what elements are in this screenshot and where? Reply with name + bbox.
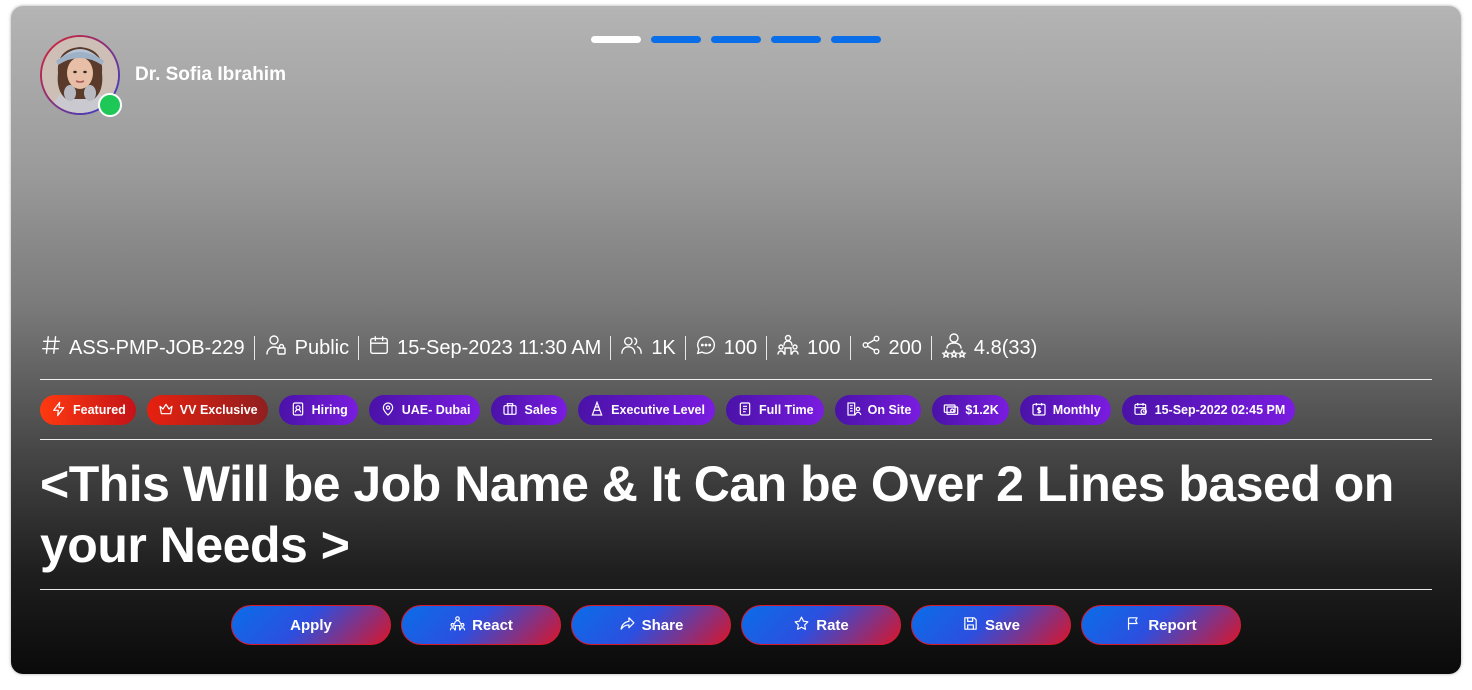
divider-middle (40, 439, 1432, 440)
meta-shares: 200 (851, 334, 931, 362)
meta-divider (849, 336, 851, 360)
tag-deadline[interactable]: 15-Sep-2022 02:45 PM (1121, 395, 1296, 425)
job-meta-row: ASS-PMP-JOB-229 Public 15-Sep-2023 11:30… (40, 331, 1046, 365)
react-button[interactable]: React (401, 605, 561, 645)
star-icon (793, 615, 810, 636)
tag-vv-exclusive[interactable]: VV Exclusive (146, 395, 268, 425)
avatar[interactable] (40, 35, 122, 117)
divider-bottom (40, 589, 1432, 590)
save-disk-icon (962, 615, 979, 636)
divider-top (40, 379, 1432, 380)
meta-divider (253, 336, 255, 360)
story-progress-segment[interactable] (711, 36, 761, 43)
meta-posted-date: 15-Sep-2023 11:30 AM (359, 334, 610, 362)
document-icon (737, 401, 753, 420)
tag-hiring[interactable]: Hiring (278, 395, 358, 425)
comment-icon (695, 334, 717, 362)
story-progress-segment[interactable] (771, 36, 821, 43)
reactions-icon (449, 615, 466, 636)
tag-workplace[interactable]: On Site (834, 395, 922, 425)
meta-divider (684, 336, 686, 360)
level-icon (589, 400, 605, 420)
meta-views: 1K (611, 334, 684, 362)
building-person-icon (846, 401, 862, 420)
reactions-icon (776, 333, 800, 363)
meta-divider (766, 336, 768, 360)
calendar-clock-icon (1133, 401, 1149, 420)
meta-divider (610, 336, 612, 360)
tag-level[interactable]: Executive Level (578, 395, 715, 425)
action-bar: Apply React Share Rate Save Report (231, 605, 1241, 645)
share-button[interactable]: Share (571, 605, 731, 645)
share-nodes-icon (860, 334, 882, 362)
job-title[interactable]: <This Will be Job Name & It Can be Over … (40, 454, 1432, 576)
user-name[interactable]: Dr. Sofia Ibrahim (135, 64, 286, 86)
briefcase-icon (502, 401, 518, 420)
rate-button[interactable]: Rate (741, 605, 901, 645)
tag-featured[interactable]: Featured (40, 395, 136, 425)
rating-user-icon (941, 332, 967, 364)
apply-button[interactable]: Apply (231, 605, 391, 645)
meta-rating: 4.8(33) (932, 332, 1046, 364)
meta-job-id: ASS-PMP-JOB-229 (40, 334, 254, 362)
location-pin-icon (380, 401, 396, 420)
tag-department[interactable]: Sales (491, 395, 568, 425)
dollar-calendar-icon (1031, 401, 1047, 420)
save-button[interactable]: Save (911, 605, 1071, 645)
tag-job-type[interactable]: Full Time (725, 395, 824, 425)
badge-icon (290, 401, 306, 420)
tag-location[interactable]: UAE- Dubai (368, 395, 481, 425)
tag-salary[interactable]: $1.2K (932, 395, 1009, 425)
flag-icon (1125, 615, 1142, 636)
tag-pay-period[interactable]: Monthly (1019, 395, 1111, 425)
story-progress (591, 36, 881, 43)
story-progress-segment[interactable] (831, 36, 881, 43)
job-story-card: Dr. Sofia Ibrahim ASS-PMP-JOB-229 Public… (11, 6, 1461, 674)
story-progress-segment[interactable] (651, 36, 701, 43)
story-progress-segment[interactable] (591, 36, 641, 43)
meta-divider (358, 336, 360, 360)
hash-icon (40, 334, 62, 362)
share-arrow-icon (619, 615, 636, 636)
meta-divider (930, 336, 932, 360)
money-icon (943, 401, 959, 420)
crown-icon (158, 401, 174, 420)
job-tags: Featured VV Exclusive Hiring UAE- Dubai … (40, 395, 1296, 425)
meta-reactions: 100 (767, 333, 849, 363)
bolt-icon (51, 401, 67, 420)
meta-comments: 100 (686, 334, 766, 362)
online-status-dot (98, 93, 122, 117)
meta-visibility: Public (255, 333, 358, 363)
user-lock-icon (264, 333, 288, 363)
calendar-icon (368, 334, 390, 362)
users-icon (620, 334, 644, 362)
report-button[interactable]: Report (1081, 605, 1241, 645)
